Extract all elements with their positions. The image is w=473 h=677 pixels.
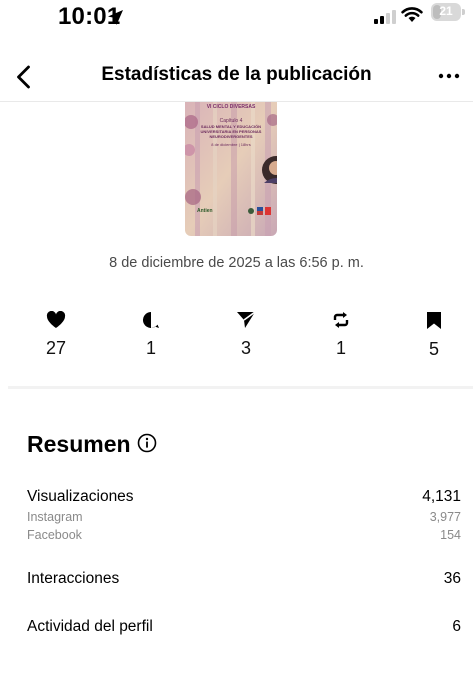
saves-count: 5	[428, 339, 439, 359]
battery-level: 21	[439, 4, 453, 18]
stat-saves: 5	[404, 311, 464, 360]
page-title: Estadísticas de la publicación	[101, 64, 372, 85]
section-divider	[8, 386, 473, 389]
views-facebook-label: Facebook	[27, 528, 82, 542]
post-date: 8 de diciembre de 2025 a las 6:56 p. m.	[109, 255, 364, 271]
poster-date: 8 de diciembre | 18hrs	[211, 142, 251, 147]
more-options-button[interactable]	[436, 66, 462, 86]
poster-headline: SALUD MENTAL Y EDUCACIÓN UNIVERSITARIA E…	[200, 124, 262, 139]
profile-activity-value: 6	[452, 618, 461, 635]
stat-comments: 1	[121, 311, 181, 359]
heart-icon	[46, 311, 66, 328]
stat-reposts: 1	[311, 311, 371, 359]
profile-activity-label[interactable]: Actividad del perfil	[27, 618, 153, 636]
comment-icon	[142, 311, 159, 328]
views-label: Visualizaciones	[27, 488, 134, 505]
summary-title: Resumen	[27, 431, 131, 457]
speaker-portrait	[262, 156, 277, 184]
location-arrow-icon	[108, 10, 123, 25]
interactions-value: 36	[443, 570, 461, 587]
reposts-count: 1	[335, 338, 346, 358]
views-instagram-value: 3,977	[429, 510, 461, 524]
interactions-label[interactable]: Interacciones	[27, 570, 119, 588]
shares-count: 3	[240, 338, 251, 358]
battery-icon: 21	[431, 3, 461, 21]
stat-likes: 27	[26, 311, 86, 359]
views-value: 4,131	[422, 488, 461, 505]
bookmark-icon	[427, 312, 441, 329]
stat-shares: 3	[216, 311, 276, 359]
poster-heading: VI CICLO DIVERSAS	[206, 104, 256, 110]
info-icon[interactable]	[137, 433, 157, 453]
repost-icon	[333, 312, 349, 328]
share-icon	[237, 311, 256, 328]
views-instagram-label: Instagram	[27, 510, 83, 524]
post-thumbnail[interactable]: VI CICLO DIVERSAS Capítulo 4 SALUD MENTA…	[185, 102, 277, 236]
views-facebook-value: 154	[440, 528, 461, 542]
wifi-icon	[401, 7, 423, 22]
poster-logo: Antien	[197, 208, 213, 214]
poster-partner-logos	[248, 207, 271, 215]
likes-count: 27	[45, 338, 67, 358]
battery-tip	[462, 9, 465, 15]
comments-count: 1	[145, 338, 156, 358]
signal-icon	[374, 10, 396, 24]
